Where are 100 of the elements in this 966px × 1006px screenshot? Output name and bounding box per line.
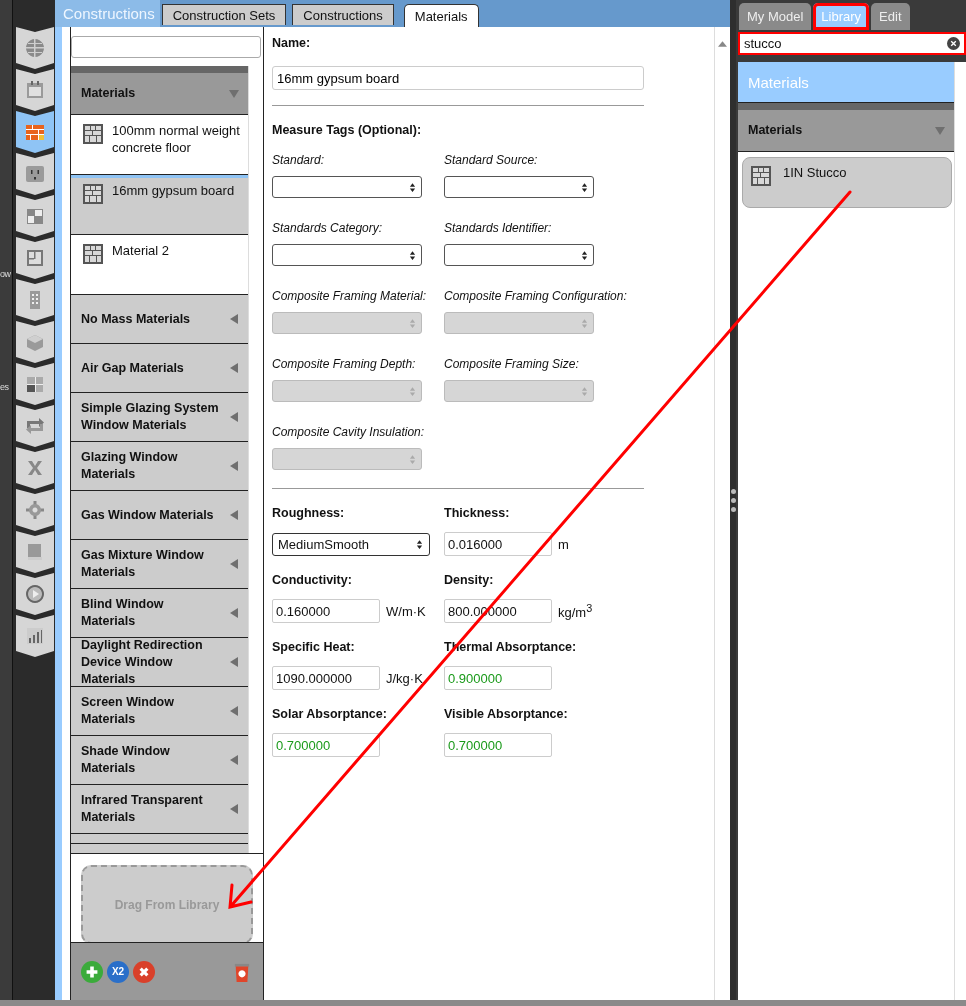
field-label: Thickness:	[444, 505, 511, 522]
field-label: Standard Source:	[444, 153, 538, 168]
dropdown[interactable]	[272, 176, 422, 198]
library-header: Materials	[738, 62, 954, 103]
field-label: Standards Category:	[272, 221, 383, 236]
nav-tab[interactable]	[16, 321, 54, 363]
nav-tab[interactable]	[16, 531, 54, 573]
number-field[interactable]: 1090.000000	[272, 666, 380, 690]
add-button[interactable]	[81, 960, 103, 983]
nav-tab[interactable]	[16, 279, 54, 321]
library-item[interactable]: 1IN Stucco	[742, 157, 952, 208]
unit-label: W/m·K	[386, 603, 426, 619]
number-field[interactable]: 0.900000	[444, 666, 552, 690]
material-item[interactable]: Material 2	[71, 235, 248, 295]
scroll-up-icon	[718, 41, 727, 47]
spinner-arrows-icon	[409, 453, 416, 465]
category-header[interactable]: Daylight Redirection Device Window Materials	[71, 638, 248, 687]
material-icon	[83, 124, 103, 144]
field-label: Name:	[272, 35, 312, 52]
search-field[interactable]: stucco	[738, 32, 966, 55]
spinner-arrows-icon	[409, 317, 416, 329]
spinner-arrows-icon	[581, 317, 588, 329]
field-label: Roughness:	[272, 505, 346, 522]
field-label: Density:	[444, 572, 495, 589]
spinner-arrows-icon	[581, 385, 588, 397]
field-label: Visible Absorptance:	[444, 706, 569, 723]
nav-tab[interactable]	[16, 237, 54, 279]
nav-tab[interactable]	[16, 489, 54, 531]
category-label: Gas Mixture Window Materials	[81, 547, 205, 581]
field-label: Conductivity:	[272, 572, 353, 589]
spinner-arrows-icon	[581, 181, 588, 193]
material-name: Material 2	[112, 242, 170, 259]
cut-off-label: ow	[0, 268, 11, 280]
dropdown[interactable]: MediumSmooth	[272, 532, 430, 556]
number-field[interactable]: 0.160000	[272, 599, 380, 623]
nav-tab[interactable]	[16, 573, 54, 615]
section-title: Measure Tags (Optional):	[272, 122, 423, 139]
category-label: Gas Window Materials	[81, 506, 215, 524]
tab[interactable]: Constructions	[292, 4, 394, 25]
category-label: Shade Window Materials	[81, 743, 171, 777]
spinner-arrows-icon	[409, 385, 416, 397]
field-label: Specific Heat:	[272, 639, 356, 656]
play-icon	[23, 582, 47, 606]
category-label: Daylight Redirection Device Window Materials	[81, 636, 204, 688]
number-field[interactable]: 0.016000	[444, 532, 552, 556]
category-label: Materials	[748, 122, 804, 139]
nav-tab[interactable]	[16, 153, 54, 195]
dropdown[interactable]	[444, 244, 594, 266]
category-label: Screen Window Materials	[81, 694, 175, 728]
material-item[interactable]: 16mm gypsum board	[71, 175, 248, 235]
number-field[interactable]: 0.700000	[272, 733, 380, 757]
unit-label: m	[558, 536, 569, 552]
nav-tab[interactable]	[16, 111, 54, 153]
nav-tab[interactable]	[16, 363, 54, 405]
material-icon	[751, 166, 771, 186]
category-label: Glazing Window Materials	[81, 449, 179, 483]
remove-button[interactable]	[133, 960, 155, 983]
clear-icon	[947, 37, 960, 50]
nav-tab[interactable]	[16, 27, 54, 69]
category-label: Infrared Transparent Materials	[81, 792, 204, 826]
spinner-arrows-icon	[581, 249, 588, 261]
number-field[interactable]: 0.700000	[444, 733, 552, 757]
cut-off-label: es	[0, 381, 9, 393]
material-icon	[83, 244, 103, 264]
tab[interactable]: Construction Sets	[161, 4, 287, 25]
spinner-arrows-icon	[416, 538, 423, 550]
field-label: Solar Absorptance:	[272, 706, 388, 723]
material-name: 16mm gypsum board	[112, 182, 235, 199]
name-field[interactable]: 16mm gypsum board	[272, 66, 644, 90]
dropdown[interactable]	[272, 244, 422, 266]
duplicate-button[interactable]: X2	[107, 960, 129, 983]
field-label: Composite Framing Size:	[444, 357, 579, 372]
field-label: Composite Framing Depth:	[272, 357, 416, 372]
settings-icon	[23, 498, 47, 522]
field-label: Composite Framing Material:	[272, 289, 427, 304]
category-label: No Mass Materials	[81, 310, 192, 328]
category-header[interactable]: Materials	[738, 103, 954, 152]
dropdown[interactable]	[444, 176, 594, 198]
globe-icon	[23, 36, 47, 60]
category-label: Materials	[81, 85, 137, 102]
unit-label: kg/m$^{3}$	[558, 601, 593, 621]
category-header[interactable]: Materials	[71, 66, 248, 115]
material-name: 100mm normal weight concrete floor	[112, 122, 240, 156]
field-label: Composite Cavity Insulation:	[272, 425, 425, 440]
search-field[interactable]	[71, 36, 261, 58]
panel-title: Constructions	[55, 0, 160, 27]
nav-tab[interactable]	[16, 615, 54, 657]
nav-tab[interactable]	[16, 69, 54, 111]
material-icon	[83, 184, 103, 204]
material-item[interactable]: 100mm normal weight concrete floor	[71, 115, 248, 175]
field-label: Standards Identifier:	[444, 221, 552, 236]
material-name: 1IN Stucco	[783, 164, 847, 181]
splitter-handle[interactable]	[730, 488, 736, 512]
category-label: Air Gap Materials	[81, 359, 185, 377]
spinner-arrows-icon	[409, 249, 416, 261]
tab[interactable]: Materials	[403, 4, 479, 27]
nav-tab[interactable]	[16, 195, 54, 237]
nav-tab[interactable]	[16, 447, 54, 489]
unit-label: J/kg·K	[386, 670, 423, 686]
nav-tab[interactable]	[16, 405, 54, 447]
